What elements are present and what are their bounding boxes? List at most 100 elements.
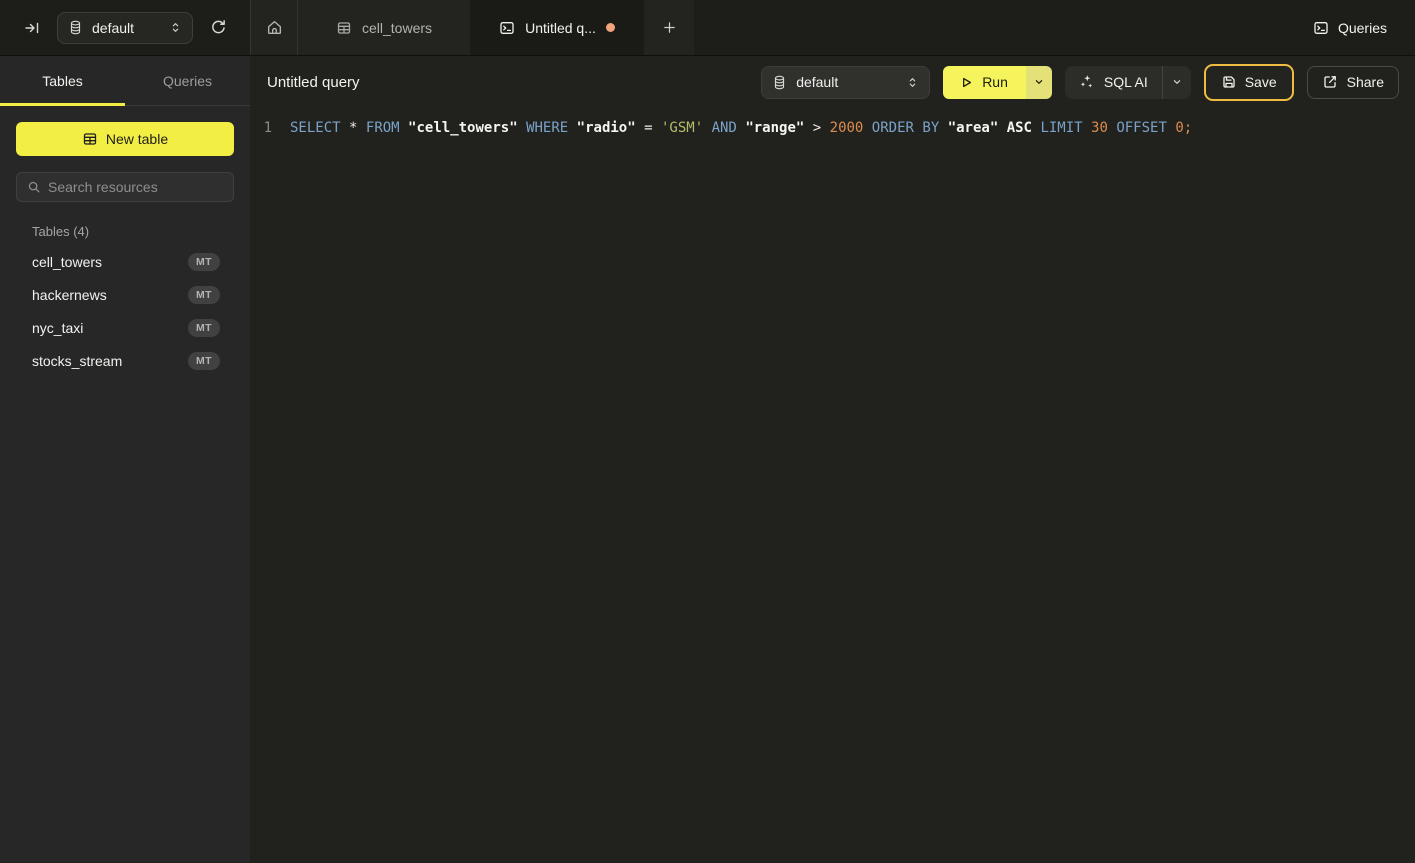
sql-token: ASC (1007, 120, 1032, 136)
sql-ai-button-group: SQL AI (1065, 66, 1191, 99)
table-name: hackernews (32, 287, 107, 303)
chevron-down-icon (1033, 76, 1045, 88)
share-button-label: Share (1347, 74, 1384, 90)
sidebar-tabs: Tables Queries (0, 56, 250, 106)
sql-token: 0; (1175, 120, 1192, 136)
sidebar-tab-label: Queries (163, 73, 212, 89)
table-engine-badge: MT (188, 286, 220, 304)
table-list-item[interactable]: hackernews MT (0, 278, 250, 311)
table-engine-badge: MT (188, 253, 220, 271)
sql-token: "radio" (577, 120, 636, 136)
line-number: 1 (250, 118, 272, 138)
sql-line-code: SELECT * FROM "cell_towers" WHERE "radio… (290, 118, 1192, 138)
tab-untitled-query[interactable]: Untitled q... (470, 0, 644, 55)
query-title: Untitled query (267, 74, 360, 91)
query-toolbar: Untitled query default (250, 56, 1415, 108)
sidebar-tab-label: Tables (42, 73, 82, 89)
table-name: stocks_stream (32, 353, 122, 369)
search-icon (27, 180, 41, 194)
sql-token: ORDER (872, 120, 914, 136)
search-input[interactable] (48, 179, 229, 195)
topbar-right: Queries (1313, 0, 1415, 55)
table-name: cell_towers (32, 254, 102, 270)
run-button-group: Run (943, 66, 1052, 99)
sql-token: OFFSET (1116, 120, 1167, 136)
database-icon (772, 75, 787, 90)
sql-token: 2000 (830, 120, 864, 136)
table-list-item[interactable]: stocks_stream MT (0, 344, 250, 377)
table-name: nyc_taxi (32, 320, 83, 336)
sql-token: * (349, 120, 357, 136)
run-button[interactable]: Run (943, 66, 1026, 99)
database-selector-value: default (796, 74, 897, 90)
table-grid-icon (82, 131, 98, 147)
tables-section-title: Tables (4) (32, 224, 250, 239)
play-icon (959, 75, 974, 90)
run-button-label: Run (982, 74, 1008, 90)
queries-terminal-icon (1313, 20, 1329, 36)
sql-token: = (644, 120, 652, 136)
sql-token: 'GSM' (661, 120, 703, 136)
chevron-updown-icon (169, 21, 182, 34)
sql-token: WHERE (526, 120, 568, 136)
chevron-updown-icon (906, 76, 919, 89)
collapse-sidebar-button[interactable] (24, 20, 40, 36)
query-terminal-icon (499, 20, 515, 36)
table-list-item[interactable]: cell_towers MT (0, 245, 250, 278)
new-table-label: New table (106, 131, 168, 147)
database-selector-query[interactable]: default (761, 66, 930, 99)
table-engine-badge: MT (188, 352, 220, 370)
sql-token: "range" (745, 120, 804, 136)
chevron-down-icon (1171, 76, 1183, 88)
sql-token: BY (922, 120, 939, 136)
new-tab-button[interactable] (644, 0, 694, 55)
refresh-button[interactable] (210, 19, 227, 36)
topbar-left: default (0, 0, 250, 55)
sql-editor[interactable]: 1 SELECT * FROM "cell_towers" WHERE "rad… (250, 108, 1415, 862)
new-table-button[interactable]: New table (16, 122, 234, 156)
home-icon (266, 19, 283, 36)
plus-icon (662, 20, 677, 35)
sql-ai-button[interactable]: SQL AI (1065, 66, 1162, 99)
search-box (16, 172, 234, 202)
topbar: default (0, 0, 1415, 56)
unsaved-indicator-dot (606, 23, 615, 32)
save-button[interactable]: Save (1204, 64, 1294, 101)
tab-cell-towers[interactable]: cell_towers (298, 0, 470, 55)
tabstrip: cell_towers Untitled q... (250, 0, 694, 55)
tab-label: Untitled q... (525, 20, 596, 36)
save-button-label: Save (1245, 74, 1277, 90)
table-list-item[interactable]: nyc_taxi MT (0, 311, 250, 344)
share-button[interactable]: Share (1307, 66, 1399, 99)
run-options-button[interactable] (1026, 66, 1052, 99)
sql-token: "cell_towers" (408, 120, 518, 136)
tab-home[interactable] (250, 0, 298, 55)
queries-button[interactable]: Queries (1313, 20, 1387, 36)
tables-list: cell_towersMThackernewsMTnyc_taxiMTstock… (0, 245, 250, 377)
database-selector-top[interactable]: default (57, 12, 193, 44)
sql-token: "area" (948, 120, 999, 136)
sidebar: Tables Queries New table Tables (0, 56, 250, 862)
table-engine-badge: MT (188, 319, 220, 337)
save-floppy-icon (1221, 74, 1237, 90)
sql-token: SELECT (290, 120, 341, 136)
database-selector-value: default (92, 20, 160, 36)
table-icon (336, 20, 352, 36)
sidebar-tab-queries[interactable]: Queries (125, 56, 250, 105)
sparkles-icon (1079, 74, 1095, 90)
sql-token: 30 (1091, 120, 1108, 136)
sql-ai-label: SQL AI (1104, 74, 1148, 90)
sql-token: > (813, 120, 821, 136)
editor-line: 1 SELECT * FROM "cell_towers" WHERE "rad… (250, 118, 1415, 138)
queries-button-label: Queries (1338, 20, 1387, 36)
sql-token: AND (712, 120, 737, 136)
collapse-sidebar-icon (24, 20, 40, 36)
tab-label: cell_towers (362, 20, 432, 36)
main-panel: Untitled query default (250, 56, 1415, 862)
database-icon (68, 20, 83, 35)
sidebar-tab-tables[interactable]: Tables (0, 56, 125, 105)
sql-token: LIMIT (1040, 120, 1082, 136)
share-external-icon (1322, 74, 1338, 90)
refresh-icon (210, 19, 227, 36)
sql-ai-options-button[interactable] (1163, 66, 1191, 99)
